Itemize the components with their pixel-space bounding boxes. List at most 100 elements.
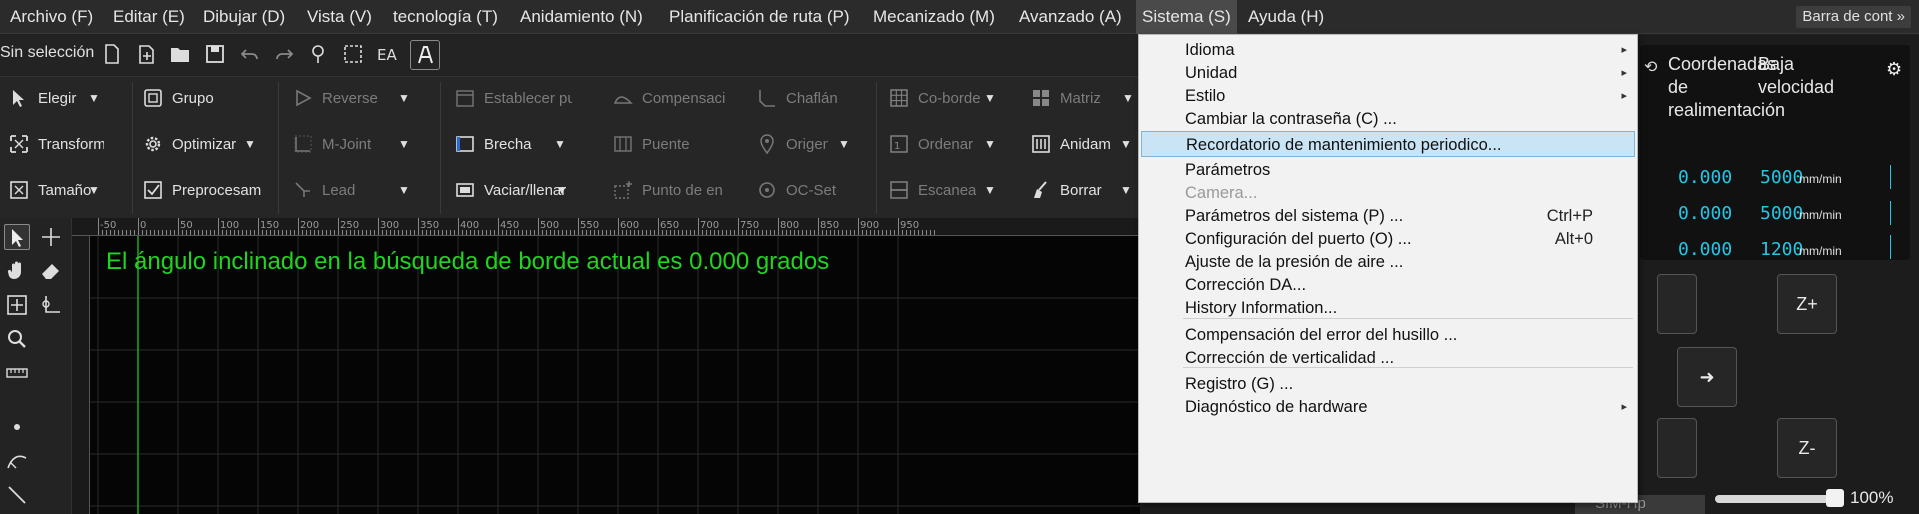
ruler-tick-mark [450, 230, 451, 235]
new-file-icon[interactable] [100, 42, 124, 66]
open-folder-icon[interactable] [168, 42, 192, 66]
resize-icon [8, 179, 30, 201]
menu-archivo[interactable]: Archivo (F) [4, 0, 99, 34]
tamano-button[interactable]: Tamaño [8, 174, 100, 206]
select-frame-icon[interactable] [341, 42, 365, 66]
ordenar-button[interactable]: 1 Ordenar [888, 128, 976, 160]
menu-mecanizado[interactable]: Mecanizado (M) [867, 0, 1001, 34]
sistema-menu-item[interactable]: Recordatorio de mantenimiento periodico.… [1141, 131, 1635, 157]
jog-z-plus-button[interactable]: Z+ [1777, 274, 1837, 334]
caret-down-icon[interactable]: ▼ [398, 183, 410, 197]
anidam-button[interactable]: Anidam [1030, 128, 1114, 160]
ruler-tick-mark [574, 230, 575, 235]
caret-down-icon[interactable]: ▼ [554, 137, 566, 151]
caret-down-icon[interactable]: ▼ [398, 137, 410, 151]
hand-pan-icon[interactable] [4, 258, 30, 284]
select-arrow-icon[interactable] [4, 224, 30, 250]
brecha-button[interactable]: Brecha [454, 128, 554, 160]
drawing-canvas[interactable]: -50 0 50 100 150 200 250 300 350 400 450 500 550 600 6… [72, 218, 1140, 514]
grupo-button[interactable]: Grupo [142, 82, 262, 114]
caret-down-icon[interactable]: ▼ [1120, 183, 1132, 197]
gear-icon[interactable]: ⚙ [1886, 59, 1902, 80]
speed-slider-thumb[interactable] [1826, 489, 1844, 507]
vaciar-button[interactable]: Vaciar/llenar [454, 174, 566, 206]
menu-vista[interactable]: Vista (V) [301, 0, 378, 34]
text-tool-icon[interactable]: EA [375, 42, 399, 66]
coordinate-display: ⟲ Coordenadas de realimentación Baja vel… [1640, 45, 1910, 260]
caret-down-icon[interactable]: ▼ [88, 183, 100, 197]
punto-button[interactable]: Punto de en [612, 174, 728, 206]
preprocesam-button[interactable]: Preprocesam [142, 174, 268, 206]
chaflan-button[interactable]: Chaflán [756, 82, 866, 114]
caret-down-icon[interactable]: ▼ [838, 137, 850, 151]
sistema-menu-item[interactable]: Diagnóstico de hardware ▸ [1141, 394, 1635, 420]
lead-button[interactable]: Lead [292, 174, 392, 206]
vaciar-label: Vaciar/llenar [484, 181, 566, 199]
undo-icon[interactable] [238, 42, 262, 66]
establecer-button[interactable]: Establecer pu [454, 82, 572, 114]
redo-icon[interactable] [272, 42, 296, 66]
speed-slider[interactable] [1715, 495, 1835, 503]
ruler-tick-mark [130, 230, 131, 235]
laser-mode-icon[interactable] [410, 40, 440, 70]
borrar-button[interactable]: Borrar [1030, 174, 1114, 206]
menu-sistema[interactable]: Sistema (S) [1136, 0, 1237, 34]
escanear-button[interactable]: Escanear [888, 174, 976, 206]
ruler-tick-mark [894, 230, 895, 235]
caret-down-icon[interactable]: ▼ [244, 137, 256, 151]
save-icon[interactable] [203, 42, 227, 66]
coborde-button[interactable]: Co-borde [888, 82, 980, 114]
ruler-tick-mark [554, 230, 555, 235]
ruler-tick-mark [862, 230, 863, 235]
origin-axes-icon[interactable] [38, 292, 64, 318]
matriz-button[interactable]: Matriz [1030, 82, 1110, 114]
caret-down-icon[interactable]: ▼ [984, 91, 996, 105]
checkbox-icon [142, 179, 164, 201]
menu-editar[interactable]: Editar (E) [107, 0, 191, 34]
ruler-icon[interactable] [4, 360, 30, 386]
menu-tecnologia[interactable]: tecnología (T) [387, 0, 504, 34]
compensaci-button[interactable]: Compensaci [612, 82, 728, 114]
caret-down-icon[interactable]: ▼ [556, 183, 568, 197]
zoom-extents-icon[interactable] [4, 292, 30, 318]
import-icon[interactable] [135, 42, 159, 66]
ruler-tick-mark [922, 230, 923, 235]
jog-button-partial[interactable] [1657, 418, 1697, 478]
eraser-icon[interactable] [38, 258, 64, 284]
menu-planificacion[interactable]: Planificación de ruta (P) [663, 0, 855, 34]
ocset-button[interactable]: OC-Set [756, 174, 866, 206]
caret-down-icon[interactable]: ▼ [1120, 137, 1132, 151]
pen-curve-icon[interactable] [4, 448, 30, 474]
jog-z-minus-button[interactable]: Z- [1777, 418, 1837, 478]
reverse-button[interactable]: Reverse [292, 82, 392, 114]
magnifier-icon[interactable] [4, 326, 30, 352]
jog-right-arrow-button[interactable]: ➜ [1677, 347, 1737, 407]
ruler-tick-mark [362, 230, 363, 235]
jog-button-partial[interactable] [1657, 274, 1697, 334]
sistema-menu-item[interactable]: Cambiar la contraseña (C) ... [1141, 106, 1635, 132]
caret-down-icon[interactable]: ▼ [1122, 91, 1134, 105]
optimizar-button[interactable]: Optimizar [142, 128, 238, 160]
puente-button[interactable]: Puente [612, 128, 712, 160]
caret-down-icon[interactable]: ▼ [984, 183, 996, 197]
crosshair-icon[interactable] [38, 224, 64, 250]
transform-button[interactable]: Transform [8, 128, 104, 160]
caret-down-icon[interactable]: ▼ [398, 91, 410, 105]
origen-button[interactable]: Origen [756, 128, 828, 160]
ruler-tick-mark [762, 230, 763, 235]
menu-avanzado[interactable]: Avanzado (A) [1013, 0, 1128, 34]
menu-dibujar[interactable]: Dibujar (D) [197, 0, 291, 34]
ruler-tick-mark [282, 230, 283, 235]
line-icon[interactable] [4, 482, 30, 508]
mjoint-button[interactable]: M-Joint [292, 128, 392, 160]
refresh-icon[interactable]: ⟲ [1644, 57, 1657, 77]
caret-down-icon[interactable]: ▼ [88, 91, 100, 105]
node-edit-icon[interactable] [306, 42, 330, 66]
sidebar-toggle-button[interactable]: Barra de cont » [1796, 6, 1911, 28]
ruler-tick-mark [298, 218, 299, 235]
elegir-button[interactable]: Elegir [8, 82, 98, 114]
point-icon[interactable] [4, 414, 30, 440]
caret-down-icon[interactable]: ▼ [984, 137, 996, 151]
menu-ayuda[interactable]: Ayuda (H) [1242, 0, 1330, 34]
menu-anidamiento[interactable]: Anidamiento (N) [514, 0, 649, 34]
